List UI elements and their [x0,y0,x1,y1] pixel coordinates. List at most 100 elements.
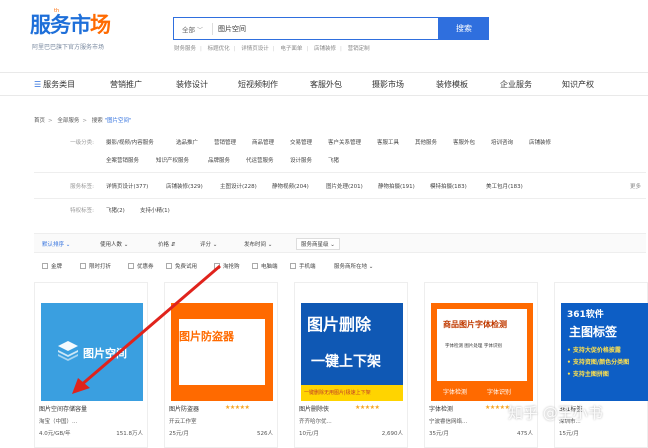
chevron-down-icon: ⌄ [212,242,218,248]
logo-slogan: 阿里巴巴旗下官方服务市场 [32,44,105,51]
product-thumbnail[interactable]: 图片防盗器 [171,303,273,401]
search-button[interactable]: 搜索 [439,17,489,40]
product-thumbnail[interactable]: 图片空间 [41,303,143,401]
product-card[interactable]: 商品图片字体检测 字体检测 图片处理 字体识别 字体检测 字体识别 字体检测 ★… [424,282,538,448]
filter-chip[interactable]: 美工包月(183) [486,182,523,190]
filter-chip[interactable]: 支持小精(1) [140,206,170,214]
hot-word[interactable]: 店铺装修 [314,44,336,52]
product-shop[interactable]: 淘宝（中国）... [39,417,77,425]
thumb-bullet: • 支持大促价格披露 [567,347,621,354]
search-input[interactable] [218,21,428,37]
thumb-bullet: • 支持主图拼图 [567,371,609,378]
hot-word[interactable]: 营销定制 [348,44,370,52]
filter-chip[interactable]: 静物拍摄(191) [378,182,415,190]
location-select[interactable]: 服务商所在地 ⌄ [334,262,373,270]
checkbox-gold[interactable]: 金牌 [42,262,62,270]
nav-item-categories[interactable]: ☰ 服务类目 [34,79,75,90]
filter-chip[interactable]: 全案营销服务 [106,156,139,164]
filter-chip[interactable]: 静物视频(204) [272,182,309,190]
sort-icon: ⇵ [170,242,176,248]
filter-chip[interactable]: 图片处理(201) [326,182,363,190]
filter-chip[interactable]: 店铺装修(329) [166,182,203,190]
checkbox-taoqiang[interactable]: 淘抢购 [214,262,240,270]
sort-default[interactable]: 默认排序 ⌄ [42,240,70,248]
product-users: 526人 [257,431,273,437]
nav-item-cs-outsourcing[interactable]: 客服外包 [310,79,342,90]
filter-chip[interactable]: 选品推广 [176,138,198,146]
filter-chip[interactable]: 代运营服务 [246,156,274,164]
thumb-text: 商品图片字体检测 [443,320,507,329]
product-shop[interactable]: 开云工作室 [169,417,197,425]
nav-item-ip[interactable]: 知识产权 [562,79,594,90]
breadcrumb-all[interactable]: 全部服务 [57,118,79,124]
filter-chip[interactable]: 模特拍摄(183) [430,182,467,190]
product-shop[interactable]: 齐齐哈尔优... [299,417,332,425]
breadcrumb-search: 搜索 [91,118,103,124]
filter-chip[interactable]: 其他服务 [415,138,437,146]
product-price: 15元/月 [559,431,579,437]
filter-chip[interactable]: 主图设计(228) [220,182,257,190]
filter-chip[interactable]: 飞猪(2) [106,206,125,214]
nav-item-marketing[interactable]: 营销推广 [110,79,142,90]
checkbox-coupon[interactable]: 优惠券 [128,262,154,270]
checkbox-mobile[interactable]: 手机端 [290,262,316,270]
hot-word[interactable]: 电子面单 [280,44,302,52]
site-header: 服务市场 th 阿里巴巴旗下官方服务市场 全部﹀ 搜索 财务服务| 标题优化| … [0,0,648,66]
layers-icon [58,341,78,361]
thumb-text: 一键上下架 [311,354,381,370]
sort-publish[interactable]: 发布时间 ⌄ [244,240,272,248]
special-label: 特权标签: [70,208,94,214]
nav-item-templates[interactable]: 装修模板 [436,79,468,90]
checkbox-free-trial[interactable]: 免费试用 [166,262,197,270]
filter-chip[interactable]: 详情页设计(377) [106,182,148,190]
product-thumbnail[interactable]: 图片删除 一键上下架 一键删除无用图片|极速上下架 [301,303,403,401]
search-scope-select[interactable]: 全部 ﹀ [182,24,203,34]
thumb-text: 图片防盗器 [179,330,234,343]
product-title[interactable]: 图片防盗器 [169,404,199,413]
filter-chip[interactable]: 客户关系管理 [328,138,361,146]
nav-item-enterprise[interactable]: 企业服务 [500,79,532,90]
product-card[interactable]: 图片防盗器 图片防盗器 ★★★★★ 开云工作室 25元/月 526人 [164,282,278,448]
nav-item-photography[interactable]: 摄影市场 [372,79,404,90]
filter-chip[interactable]: 摄影/视频/内容服务 [106,138,154,146]
filter-chip[interactable]: 品牌服务 [208,156,230,164]
filter-chip[interactable]: 商品管理 [252,138,274,146]
filter-chip[interactable]: 知识产权服务 [156,156,189,164]
checkbox-pc[interactable]: 电脑端 [252,262,278,270]
filter-chip[interactable]: 营销管理 [214,138,236,146]
sort-users[interactable]: 使用人数 ⌄ [100,240,128,248]
nav-item-decoration[interactable]: 装修设计 [176,79,208,90]
more-button[interactable]: 更多 [630,182,641,190]
product-price: 4.0元/GB/年 [39,431,71,437]
product-shop[interactable]: 宁波睿信网络... [429,417,467,425]
filter-chip[interactable]: 设计服务 [290,156,312,164]
filter-checkboxes: 金牌 限时打折 优惠券 免费试用 淘抢购 电脑端 手机端 服务商所在地 ⌄ [34,260,646,272]
product-card[interactable]: 361软件 主图标签 • 支持大促价格披露 • 支持资图/颜色分类图 • 支持主… [554,282,648,448]
sort-price[interactable]: 价格 ⇵ [158,240,175,248]
product-card[interactable]: 图片空间 图片空间存储容量 淘宝（中国）... 4.0元/GB/年 151.8万… [34,282,148,448]
hot-word[interactable]: 财务服务 [174,44,196,52]
product-card[interactable]: 图片删除 一键上下架 一键删除无用图片|极速上下架 图片删除侠 ★★★★★ 齐齐… [294,282,408,448]
filter-chip[interactable]: 店铺装修 [529,138,551,146]
sort-rating[interactable]: 评分 ⌄ [200,240,217,248]
chevron-down-icon: ⌄ [65,242,71,248]
product-title[interactable]: 字体检测 [429,404,453,413]
filter-chip[interactable]: 飞猪 [328,156,339,164]
hot-word[interactable]: 标题优化 [208,44,230,52]
product-title[interactable]: 图片删除侠 [299,404,329,413]
filter-chip[interactable]: 客服外包 [453,138,475,146]
hot-word[interactable]: 详情页设计 [241,44,269,52]
product-thumbnail[interactable]: 商品图片字体检测 字体检测 图片处理 字体识别 字体检测 字体识别 [431,303,533,401]
product-thumbnail[interactable]: 361软件 主图标签 • 支持大促价格披露 • 支持资图/颜色分类图 • 支持主… [561,303,648,401]
nav-item-short-video[interactable]: 短视频制作 [238,79,278,90]
filter-chip[interactable]: 交易管理 [290,138,312,146]
breadcrumb-home[interactable]: 首页 [34,118,45,124]
filter-chip[interactable]: 客服工具 [377,138,399,146]
main-nav: ☰ 服务类目 营销推广 装修设计 短视频制作 客服外包 摄影市场 装修模板 企业服… [0,72,648,96]
checkbox-discount[interactable]: 限时打折 [80,262,111,270]
site-logo[interactable]: 服务市场 th 阿里巴巴旗下官方服务市场 [30,8,140,53]
product-title[interactable]: 图片空间存储容量 [39,404,87,413]
filter-chip[interactable]: 培训咨询 [491,138,513,146]
sort-sales-select[interactable]: 服务商星级 ⌄ [296,238,340,250]
chevron-down-icon: ⌄ [368,264,374,270]
